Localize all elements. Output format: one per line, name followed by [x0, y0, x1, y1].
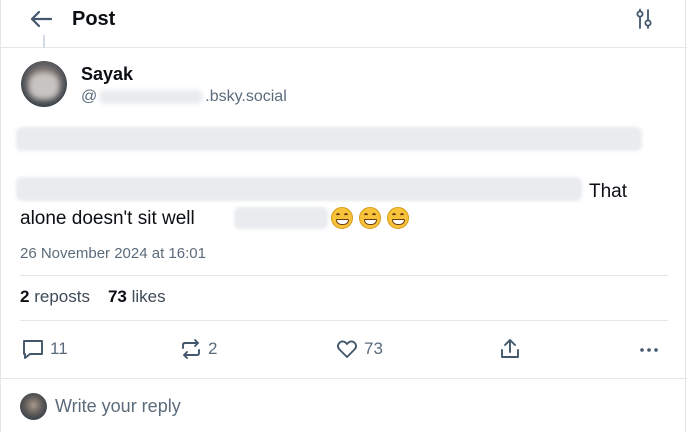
- header: Post: [1, 0, 687, 48]
- more-dots-icon: [640, 348, 658, 352]
- reply-composer[interactable]: [1, 378, 687, 432]
- reposts-label: reposts: [34, 287, 90, 306]
- grinning-face-icon: [331, 207, 353, 229]
- repost-button[interactable]: 2: [179, 335, 217, 363]
- likes-count: 73: [107, 287, 127, 306]
- redacted-text-line-2: [16, 177, 582, 201]
- share-icon: [501, 339, 519, 358]
- repost-icon: [182, 339, 200, 359]
- thread-connector-line: [43, 35, 45, 48]
- author-name[interactable]: Sayak: [81, 64, 133, 85]
- arrow-left-icon: [30, 10, 53, 28]
- likes-stat[interactable]: 73 likes: [108, 287, 166, 307]
- reply-button[interactable]: 11: [21, 335, 68, 363]
- post-stats: 2 reposts 73 likes: [20, 287, 166, 307]
- divider: [20, 320, 668, 321]
- post-text-fragment-2: alone doesn't sit well: [20, 208, 195, 229]
- post-text-fragment-1: That: [589, 181, 628, 202]
- redacted-handle: [99, 90, 204, 104]
- more-options-button[interactable]: [637, 335, 661, 363]
- post-timestamp[interactable]: 26 November 2024 at 16:01: [20, 245, 206, 262]
- handle-suffix: .bsky.social: [205, 88, 287, 105]
- post-thread-panel: Post Sayak @ .bsky.social That alone doe…: [0, 0, 687, 432]
- handle-prefix: @: [81, 88, 98, 105]
- reply-count: 11: [50, 339, 68, 358]
- reply-input[interactable]: [55, 393, 555, 419]
- repost-count: 2: [208, 339, 218, 358]
- like-count: 73: [364, 339, 383, 358]
- like-button[interactable]: 73: [335, 335, 383, 363]
- reposts-count: 2: [20, 287, 30, 306]
- emoji-group: [331, 207, 409, 229]
- page-title: Post: [72, 8, 116, 30]
- redacted-text-line-3: [234, 207, 328, 229]
- my-avatar: [20, 393, 47, 420]
- redacted-text-line-1: [16, 127, 642, 151]
- likes-label: likes: [131, 287, 166, 306]
- back-button[interactable]: [27, 7, 55, 31]
- post-actions: 11 2 73: [1, 335, 687, 363]
- grinning-face-icon: [387, 207, 409, 229]
- divider: [20, 275, 668, 276]
- sliders-icon: [636, 8, 652, 29]
- author-avatar[interactable]: [21, 61, 67, 107]
- heart-icon: [336, 340, 358, 358]
- share-button[interactable]: [498, 335, 522, 363]
- comment-icon: [23, 340, 43, 359]
- author-handle[interactable]: @ .bsky.social: [81, 88, 287, 106]
- thread-settings-button[interactable]: [631, 6, 657, 32]
- grinning-face-icon: [359, 207, 381, 229]
- reposts-stat[interactable]: 2 reposts: [20, 287, 90, 307]
